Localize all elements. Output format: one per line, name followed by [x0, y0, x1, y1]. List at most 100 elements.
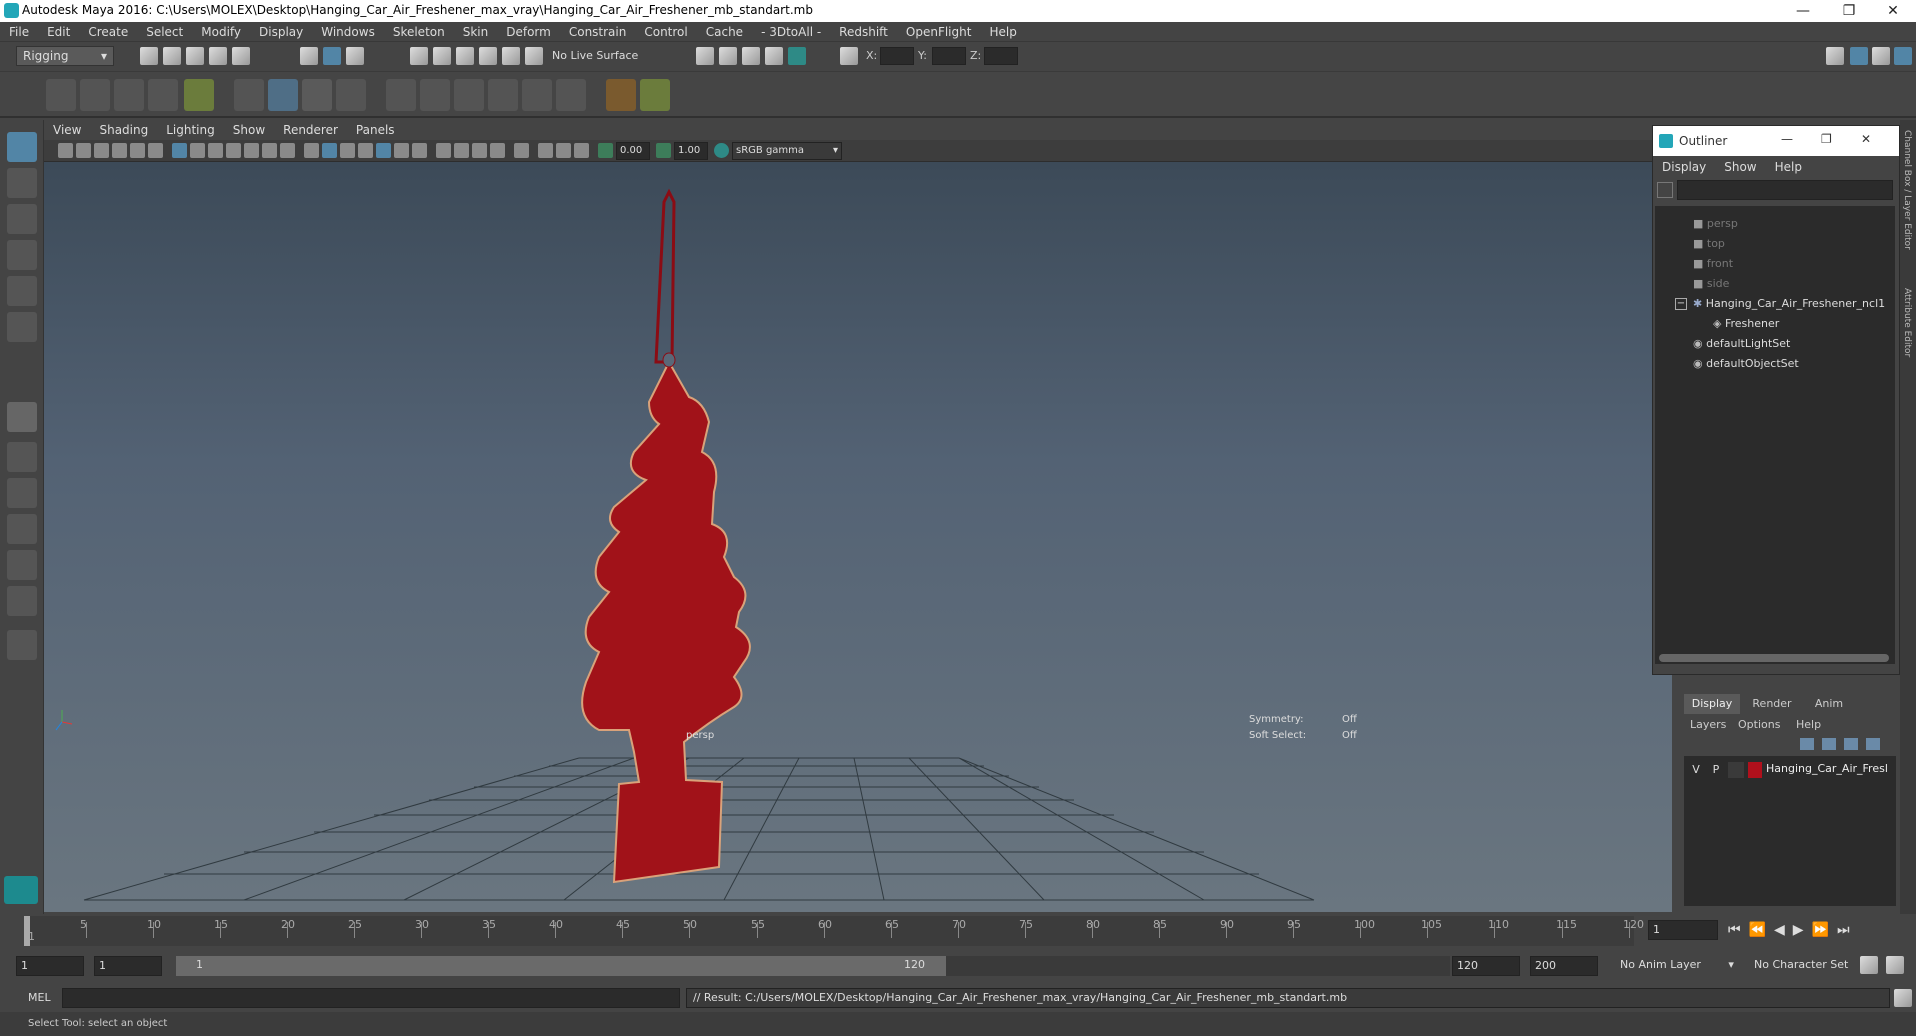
playback-start-field[interactable]: 1 [94, 956, 162, 976]
scene-end-field[interactable]: 200 [1530, 956, 1598, 976]
vp-menu-view[interactable]: View [44, 120, 90, 140]
layer-list[interactable]: V P Hanging_Car_Air_Fresl [1684, 756, 1896, 906]
wireframe-on-shaded-icon[interactable] [376, 143, 391, 158]
new-layer-selected-icon[interactable] [1866, 738, 1880, 750]
bind-skin-icon[interactable] [184, 79, 214, 111]
vp-menu-shading[interactable]: Shading [90, 120, 157, 140]
camera-attributes-icon[interactable] [76, 143, 91, 158]
range-track[interactable] [946, 956, 1450, 976]
snap-curve-icon[interactable] [433, 47, 451, 65]
camera-lock-icon[interactable] [574, 143, 589, 158]
menu-select[interactable]: Select [137, 22, 192, 42]
channel-box-toggle-icon[interactable] [1850, 47, 1868, 65]
select-hierarchy-icon[interactable] [300, 47, 318, 65]
scene-start-field[interactable]: 1 [16, 956, 84, 976]
menu-create[interactable]: Create [79, 22, 137, 42]
motion-blur-icon[interactable] [472, 143, 487, 158]
bookmark-icon[interactable] [94, 143, 109, 158]
minimize-button[interactable]: — [1780, 0, 1826, 22]
menu-3dtoall[interactable]: - 3DtoAll - [752, 22, 830, 42]
attribute-editor-toggle-icon[interactable] [1872, 47, 1890, 65]
lattice-icon[interactable] [234, 79, 264, 111]
move-tool-icon[interactable] [7, 240, 37, 270]
character-set-dropdown[interactable]: No Character Set [1754, 958, 1848, 971]
rotate-tool-icon[interactable] [7, 276, 37, 306]
menu-control[interactable]: Control [635, 22, 696, 42]
menu-modify[interactable]: Modify [192, 22, 250, 42]
range-bar[interactable]: 1 120 [176, 956, 946, 976]
command-input[interactable] [62, 988, 680, 1008]
vp-menu-panels[interactable]: Panels [347, 120, 404, 140]
frame-all-icon[interactable] [538, 143, 553, 158]
wireframe-icon[interactable] [304, 143, 319, 158]
view-transform-dropdown[interactable]: sRGB gamma ▾ [732, 142, 842, 160]
modeling-toolkit-icon[interactable] [1826, 47, 1844, 65]
vp-menu-show[interactable]: Show [224, 120, 274, 140]
filter-icon[interactable] [1657, 182, 1673, 198]
gamma-icon[interactable] [656, 143, 671, 158]
layer-editor-toggle-icon[interactable] [1894, 47, 1912, 65]
menu-openflight[interactable]: OpenFlight [897, 22, 981, 42]
move-layer-up-icon[interactable] [1800, 738, 1814, 750]
outliner-h-scrollbar[interactable] [1659, 654, 1889, 662]
menu-cache[interactable]: Cache [697, 22, 752, 42]
film-gate-icon[interactable] [190, 143, 205, 158]
grease-pencil-icon[interactable] [148, 143, 163, 158]
locator-icon[interactable] [606, 79, 636, 111]
menu-display[interactable]: Display [250, 22, 312, 42]
undo-icon[interactable] [209, 47, 227, 65]
render-settings-icon[interactable] [696, 47, 714, 65]
resolution-gate-icon[interactable] [208, 143, 223, 158]
snap-view-icon[interactable] [479, 47, 497, 65]
air-freshener-model[interactable] [581, 359, 751, 884]
perspective-viewport[interactable]: persp Symmetry: Off Soft Select: Off [44, 162, 1672, 912]
outliner-list[interactable]: ■ persp ■ top ■ front ■ side − ✱ Hanging… [1655, 206, 1895, 664]
scale-tool-icon[interactable] [7, 312, 37, 342]
joint-tool-icon[interactable] [46, 79, 76, 111]
menu-set-dropdown[interactable]: Rigging ▾ [16, 46, 114, 66]
point-constraint-icon[interactable] [386, 79, 416, 111]
snap-point-icon[interactable] [456, 47, 474, 65]
minimize-button[interactable]: — [1781, 132, 1793, 146]
new-layer-icon[interactable] [1844, 738, 1858, 750]
smooth-shade-icon[interactable] [322, 143, 337, 158]
live-surface-label[interactable]: No Live Surface [552, 49, 638, 62]
playback-controls[interactable]: ⏮⏪◀▶⏩⏭ [1728, 922, 1908, 940]
outliner-item-side[interactable]: ■ side [1693, 274, 1916, 294]
select-tool-icon[interactable] [7, 132, 37, 162]
ipr-render-icon[interactable] [742, 47, 760, 65]
parent-constraint-icon[interactable] [522, 79, 552, 111]
restore-button[interactable]: ❐ [1826, 0, 1872, 22]
menu-deform[interactable]: Deform [497, 22, 560, 42]
tab-anim[interactable]: Anim [1804, 694, 1854, 714]
textured-icon[interactable] [358, 143, 373, 158]
menu-windows[interactable]: Windows [312, 22, 384, 42]
layer-color-swatch[interactable] [1748, 762, 1762, 778]
use-lights-icon[interactable] [340, 143, 355, 158]
outliner-item-top[interactable]: ■ top [1693, 234, 1916, 254]
anim-prefs-icon[interactable] [1886, 956, 1904, 974]
outliner-menu-help[interactable]: Help [1766, 156, 1811, 178]
cluster-icon[interactable] [148, 79, 178, 111]
two-d-pan-icon[interactable] [130, 143, 145, 158]
xray-icon[interactable] [394, 143, 409, 158]
pole-vector-icon[interactable] [556, 79, 586, 111]
menu-file[interactable]: File [0, 22, 38, 42]
outliner-menu-display[interactable]: Display [1653, 156, 1715, 178]
outliner-layout-icon[interactable] [7, 514, 37, 544]
transform-field-icon[interactable] [840, 47, 858, 65]
grid-toggle-icon[interactable] [172, 143, 187, 158]
safe-title-icon[interactable] [280, 143, 295, 158]
outliner-menu-show[interactable]: Show [1715, 156, 1765, 178]
auto-key-icon[interactable] [1860, 956, 1878, 974]
hypershade-layout-icon[interactable] [7, 586, 37, 616]
snap-grid-icon[interactable] [410, 47, 428, 65]
orient-constraint-icon[interactable] [454, 79, 484, 111]
save-scene-icon[interactable] [186, 47, 204, 65]
snap-surface-icon[interactable] [502, 47, 520, 65]
image-plane-icon[interactable] [112, 143, 127, 158]
snap-vertex-icon[interactable] [525, 47, 543, 65]
xray-joints-icon[interactable] [412, 143, 427, 158]
exposure-icon[interactable] [598, 143, 613, 158]
anti-aliasing-icon[interactable] [490, 143, 505, 158]
